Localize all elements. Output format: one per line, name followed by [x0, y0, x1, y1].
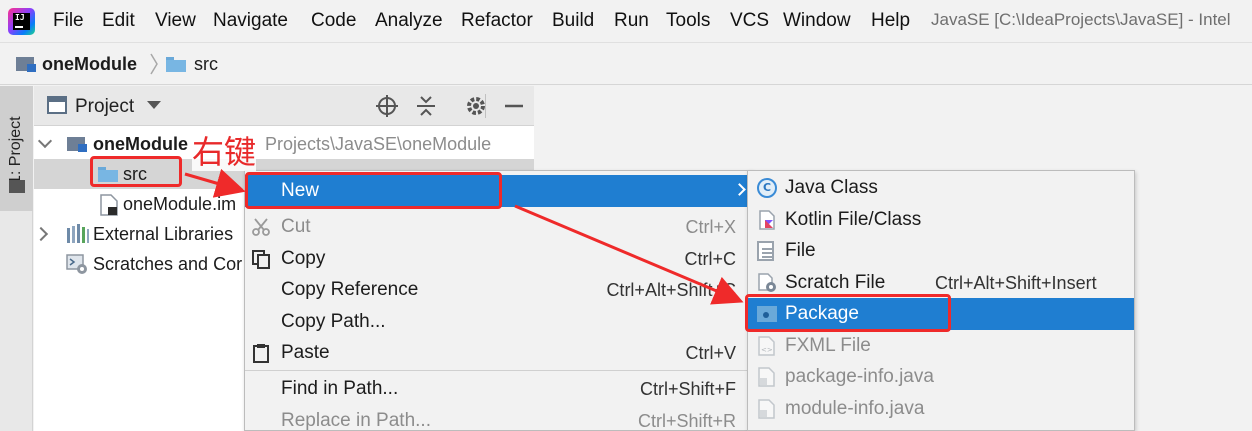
menu-item-copy-label: Copy: [281, 248, 326, 269]
project-tool-tab[interactable]: 1: Project: [0, 86, 33, 211]
project-tool-tab-label: 1: Project: [7, 116, 24, 184]
minimize-icon[interactable]: [502, 94, 526, 118]
tree-module-path: Projects\JavaSE\oneModule: [265, 134, 492, 154]
window-title: JavaSE [C:\IdeaProjects\JavaSE] - Intel: [931, 10, 1231, 29]
submenu-item-java-class-label: Java Class: [785, 177, 878, 198]
gear-icon[interactable]: [464, 94, 488, 118]
java-file-icon: [758, 367, 775, 387]
menu-run[interactable]: Run: [614, 9, 649, 33]
menu-item-copy-path[interactable]: Copy Path...: [245, 306, 752, 338]
java-class-icon: C: [757, 178, 777, 198]
menu-navigate[interactable]: Navigate: [213, 9, 288, 33]
menu-item-copy-reference-shortcut: Ctrl+Alt+Shift+C: [606, 280, 736, 300]
menu-refactor[interactable]: Refactor: [461, 9, 533, 33]
chevron-right-icon: [733, 183, 746, 196]
menu-build[interactable]: Build: [552, 9, 594, 33]
submenu-item-package-info-label: package-info.java: [785, 366, 934, 387]
java-file-icon: [758, 399, 775, 419]
chevron-down-icon[interactable]: [37, 133, 53, 149]
submenu-item-scratch-file-shortcut: Ctrl+Alt+Shift+Insert: [935, 273, 1097, 293]
submenu-item-scratch-file-label: Scratch File: [785, 272, 886, 293]
menu-divider: [245, 370, 752, 371]
intellij-logo-icon: IJ: [8, 8, 35, 35]
iml-file-icon: [100, 194, 118, 216]
scratches-icon: [66, 254, 87, 274]
menu-item-copy[interactable]: Copy Ctrl+C: [245, 243, 752, 275]
scissors-icon: [252, 218, 270, 236]
menu-item-find-in-path[interactable]: Find in Path... Ctrl+Shift+F: [245, 373, 752, 405]
submenu-item-file-label: File: [785, 240, 816, 261]
project-view-icon: [47, 96, 67, 114]
project-panel-title[interactable]: Project: [75, 95, 134, 119]
annotation-box-package: [745, 294, 951, 332]
copy-icon: [252, 250, 270, 269]
submenu-item-package-info[interactable]: package-info.java: [748, 361, 1134, 393]
clipboard-icon: [253, 344, 269, 363]
menu-window[interactable]: Window: [783, 9, 851, 33]
file-icon: [757, 241, 774, 261]
kotlin-file-icon: [759, 210, 775, 230]
project-panel-header: Project: [34, 86, 534, 126]
menu-view[interactable]: View: [155, 9, 196, 33]
menu-vcs[interactable]: VCS: [730, 9, 769, 33]
menu-help[interactable]: Help: [871, 9, 910, 33]
tree-scratches-label: Scratches and Cor: [93, 254, 243, 274]
submenu-item-file[interactable]: File: [748, 235, 1134, 267]
menu-item-cut[interactable]: Cut Ctrl+X: [245, 211, 752, 243]
submenu-item-java-class[interactable]: C Java Class: [748, 172, 1134, 204]
menu-item-cut-label: Cut: [281, 216, 311, 237]
menu-analyze[interactable]: Analyze: [375, 9, 443, 33]
breadcrumb-separator-icon: [150, 53, 158, 75]
menu-file[interactable]: File: [53, 9, 84, 33]
submenu-item-kotlin-file-label: Kotlin File/Class: [785, 209, 922, 230]
folder-icon: [9, 180, 25, 193]
menu-code[interactable]: Code: [311, 9, 356, 33]
module-icon: [67, 135, 87, 152]
breadcrumb: oneModule src: [0, 44, 1252, 85]
breadcrumb-module[interactable]: oneModule: [42, 53, 137, 75]
fxml-file-icon: <>: [758, 336, 775, 356]
menu-item-replace-in-path[interactable]: Replace in Path... Ctrl+Shift+R: [245, 405, 752, 431]
module-icon: [16, 55, 36, 72]
breadcrumb-folder[interactable]: src: [194, 53, 218, 75]
chevron-down-icon[interactable]: [147, 101, 161, 109]
context-menu: New Cut Ctrl+X Copy Ctrl+C Copy Referenc…: [244, 170, 753, 431]
menu-item-paste-shortcut: Ctrl+V: [685, 343, 736, 363]
menu-item-copy-reference-label: Copy Reference: [281, 279, 419, 300]
menu-item-find-in-path-label: Find in Path...: [281, 378, 399, 399]
tree-external-libraries-label: External Libraries: [93, 224, 234, 244]
menu-item-find-in-path-shortcut: Ctrl+Shift+F: [639, 379, 736, 399]
submenu-item-fxml-file-label: FXML File: [785, 335, 871, 356]
collapse-all-icon[interactable]: [414, 94, 438, 118]
annotation-label: 右键: [192, 133, 257, 171]
menu-tools[interactable]: Tools: [666, 9, 710, 33]
submenu-item-fxml-file[interactable]: <> FXML File: [748, 330, 1134, 362]
tree-iml-label: oneModule.im: [123, 194, 237, 214]
menu-item-replace-in-path-label: Replace in Path...: [281, 410, 431, 431]
menu-item-paste-label: Paste: [281, 342, 330, 363]
chevron-right-icon[interactable]: [33, 226, 49, 242]
libraries-icon: [67, 224, 89, 243]
svg-text:<>: <>: [761, 346, 773, 354]
menu-item-cut-shortcut: Ctrl+X: [685, 217, 736, 237]
tool-window-strip: 1: Project: [0, 86, 33, 431]
menu-edit[interactable]: Edit: [102, 9, 135, 33]
menu-item-paste[interactable]: Paste Ctrl+V: [245, 337, 752, 369]
submenu-item-module-info[interactable]: module-info.java: [748, 393, 1134, 425]
menu-item-copy-path-label: Copy Path...: [281, 311, 386, 332]
annotation-box-new: [245, 172, 502, 209]
folder-icon: [166, 57, 186, 72]
tree-row-module[interactable]: oneModule Projects\JavaSE\oneModule: [34, 129, 534, 159]
submenu-item-kotlin-file[interactable]: Kotlin File/Class: [748, 204, 1134, 236]
menu-bar: IJ File Edit View Navigate Code Analyze …: [0, 0, 1252, 43]
scratch-file-icon: [758, 273, 776, 292]
annotation-box-src: [90, 156, 182, 187]
menu-item-copy-shortcut: Ctrl+C: [684, 249, 736, 269]
tree-module-name: oneModule: [93, 134, 188, 154]
locate-crosshair-icon[interactable]: [375, 94, 399, 118]
submenu-item-module-info-label: module-info.java: [785, 398, 925, 419]
menu-item-replace-in-path-shortcut: Ctrl+Shift+R: [637, 411, 736, 431]
menu-item-copy-reference[interactable]: Copy Reference Ctrl+Alt+Shift+C: [245, 274, 752, 306]
